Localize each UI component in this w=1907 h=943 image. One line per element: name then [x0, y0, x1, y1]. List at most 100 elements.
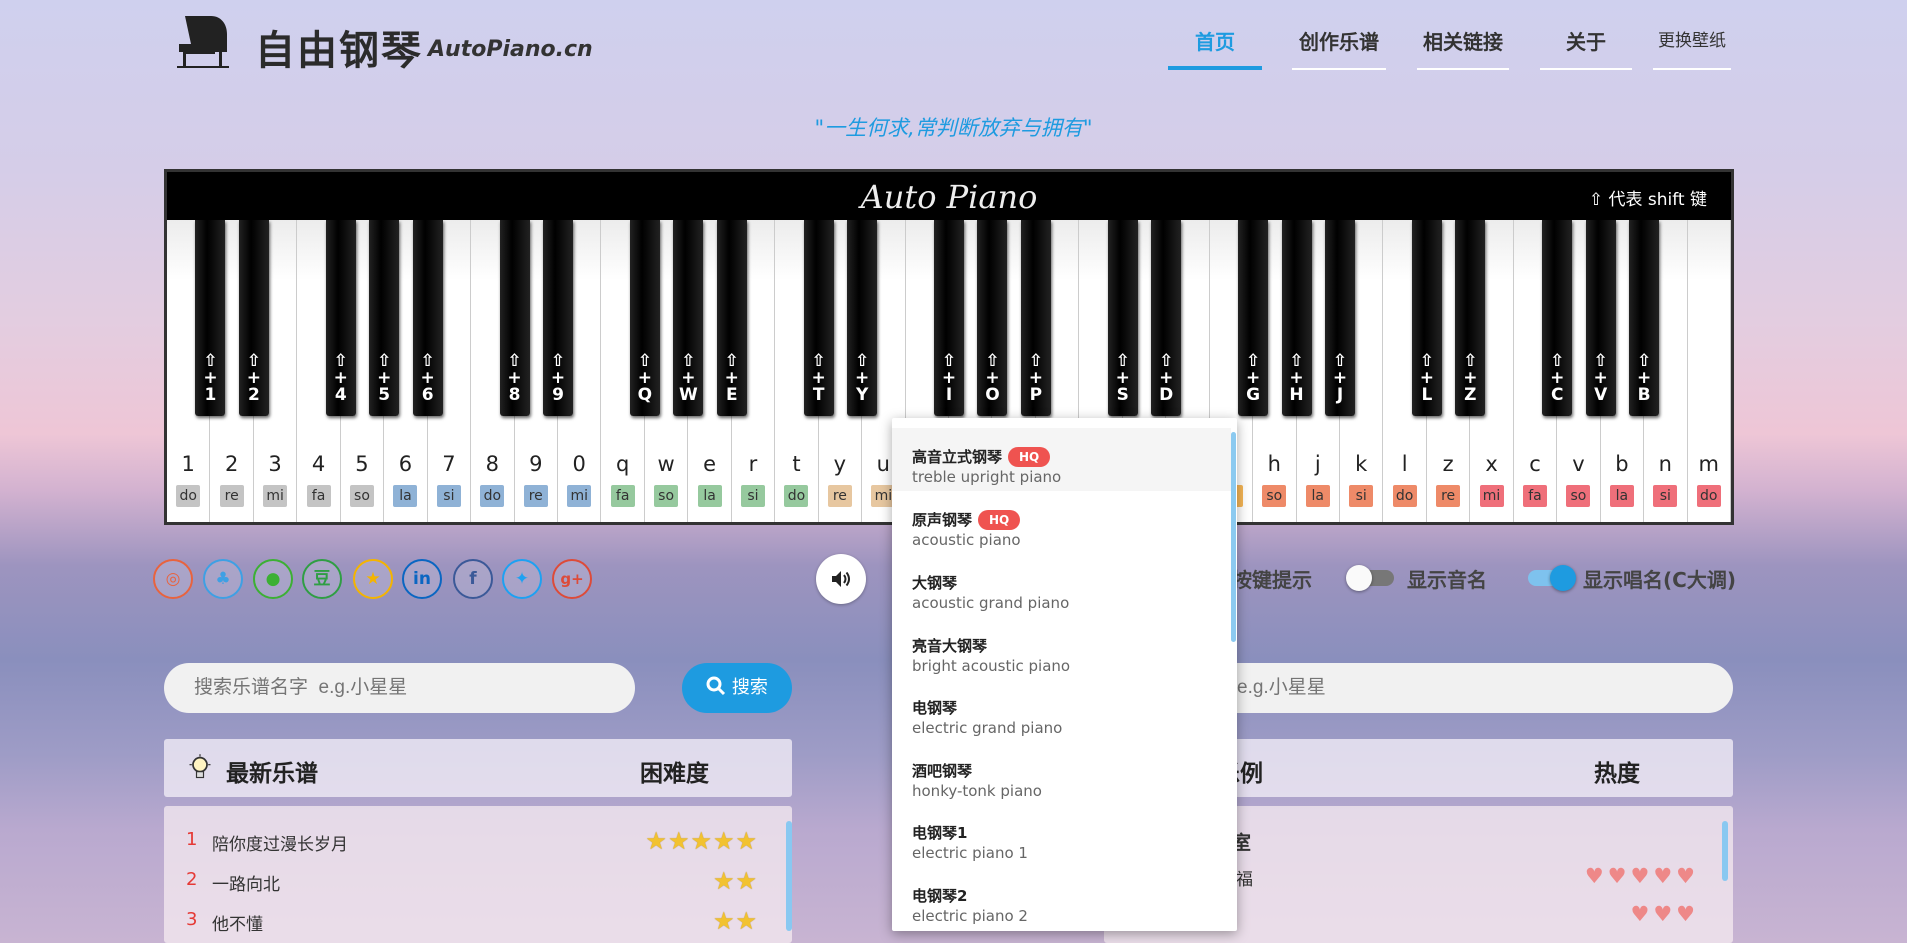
key-char: b — [1615, 452, 1629, 476]
sound-toggle-button[interactable] — [816, 554, 866, 604]
black-key[interactable]: ⇧ + G — [1238, 220, 1269, 416]
key-char: h — [1267, 452, 1281, 476]
show-solfege-label: 显示唱名(C大调) — [1583, 568, 1736, 592]
instrument-option[interactable]: 电钢琴 electric grand piano — [892, 679, 1231, 742]
nav-links[interactable]: 相关链接 — [1417, 26, 1509, 70]
show-solfege-toggle[interactable] — [1528, 565, 1576, 591]
instrument-option[interactable]: 亮音大钢琴 bright acoustic piano — [892, 617, 1231, 680]
weibo-icon[interactable]: ◎ — [153, 559, 193, 599]
list-item[interactable]: 1 陪你度过漫长岁月 ★★★★★ — [164, 823, 792, 863]
hq-badge: HQ — [1008, 447, 1051, 467]
black-key-label: ⇧ + O — [985, 351, 1000, 405]
option-name-en: honky-tonk piano — [912, 782, 1042, 800]
black-key[interactable]: ⇧ + Z — [1455, 220, 1486, 416]
black-key[interactable]: ⇧ +6 — [412, 220, 443, 416]
instrument-dropdown: 高音立式钢琴 HQ treble upright piano 原声钢琴 HQ aco… — [892, 418, 1237, 931]
black-key[interactable]: ⇧ + C — [1542, 220, 1573, 416]
white-key[interactable]: m do — [1687, 220, 1731, 522]
black-key[interactable]: ⇧ +1 — [195, 220, 226, 416]
note-label: re — [827, 485, 852, 507]
black-key-label: ⇧ + W — [678, 351, 698, 405]
black-key[interactable]: ⇧ +2 — [238, 220, 269, 416]
black-key[interactable]: ⇧ + V — [1585, 220, 1616, 416]
instrument-option[interactable]: 酒吧钢琴 honky-tonk piano — [892, 742, 1231, 805]
option-name-en: treble upright piano — [912, 468, 1062, 486]
nav-wallpaper[interactable]: 更换壁纸 — [1653, 26, 1731, 70]
score-title[interactable]: 一路向北 — [212, 870, 280, 895]
difficulty-stars: ★★ — [712, 907, 758, 935]
black-key[interactable]: ⇧ + L — [1411, 220, 1442, 416]
black-key-label: ⇧ + Z — [1463, 351, 1478, 405]
show-note-toggle[interactable] — [1346, 565, 1394, 591]
latest-scores-header: 最新乐谱 困难度 — [164, 739, 792, 797]
note-label: la — [1305, 485, 1330, 507]
black-key[interactable]: ⇧ +5 — [369, 220, 400, 416]
wechat-icon[interactable]: ● — [253, 559, 293, 599]
instrument-option[interactable]: 大钢琴 acoustic grand piano — [892, 554, 1231, 617]
option-name-en: electric grand piano — [912, 719, 1063, 737]
dropdown-scrollbar[interactable] — [1231, 432, 1236, 642]
site-title[interactable]: 自由钢琴 — [255, 18, 423, 76]
facebook-icon[interactable]: f — [453, 559, 493, 599]
scrollbar[interactable] — [786, 821, 792, 931]
black-key-label: ⇧ + V — [1593, 351, 1608, 405]
nav-about[interactable]: 关于 — [1540, 26, 1632, 70]
list-item[interactable]: 2 一路向北 ★★ — [164, 863, 792, 903]
speaker-icon — [832, 571, 850, 587]
black-key-label: ⇧ + E — [724, 351, 739, 405]
key-char: y — [833, 452, 847, 476]
black-key[interactable]: ⇧ + P — [1020, 220, 1051, 416]
option-name: 高音立式钢琴 — [912, 448, 1003, 466]
score-title[interactable]: 他不懂 — [212, 910, 263, 935]
option-name: 大钢琴 — [912, 574, 958, 592]
black-key[interactable]: ⇧ + Q — [629, 220, 660, 416]
search-input[interactable] — [164, 663, 635, 713]
black-key[interactable]: ⇧ + J — [1325, 220, 1355, 416]
linkedin-icon[interactable]: in — [402, 559, 442, 599]
difficulty-column-title: 困难度 — [640, 761, 709, 787]
black-key[interactable]: ⇧ + H — [1281, 220, 1312, 416]
nav-compose[interactable]: 创作乐谱 — [1292, 26, 1386, 70]
instrument-option[interactable]: 电钢琴2 electric piano 2 — [892, 867, 1231, 930]
black-key[interactable]: ⇧ + O — [977, 220, 1008, 416]
black-key[interactable]: ⇧ +4 — [325, 220, 356, 416]
search-button-label: 搜索 — [731, 677, 768, 698]
black-key[interactable]: ⇧ + S — [1107, 220, 1138, 416]
black-key-label: ⇧ + L — [1419, 351, 1434, 405]
nav-home[interactable]: 首页 — [1168, 26, 1262, 70]
black-key[interactable]: ⇧ +9 — [543, 220, 573, 416]
shift-hint: ⇧ 代表 shift 键 — [1588, 190, 1707, 210]
note-label: la — [393, 485, 418, 507]
instrument-option[interactable]: 电钢琴1 electric piano 1 — [892, 804, 1231, 867]
note-label: so — [1566, 485, 1591, 507]
black-key[interactable]: ⇧ + E — [716, 220, 747, 416]
douban-icon[interactable]: 豆 — [302, 559, 342, 599]
black-key[interactable]: ⇧ + D — [1151, 220, 1182, 416]
note-label: la — [1609, 485, 1634, 507]
scrollbar[interactable] — [1722, 821, 1728, 881]
qq-icon[interactable]: ♣ — [203, 559, 243, 599]
black-key-label: ⇧ + B — [1636, 351, 1652, 405]
qzone-icon[interactable]: ★ — [353, 559, 393, 599]
latest-scores-title: 最新乐谱 — [226, 761, 318, 787]
black-key[interactable]: ⇧ + I — [934, 220, 964, 416]
popularity-hearts: ♥♥♥♥♥ — [1584, 864, 1699, 888]
note-label: so — [654, 485, 679, 507]
key-char: 1 — [181, 452, 195, 476]
search-button[interactable]: 搜索 — [682, 663, 792, 713]
key-char: r — [748, 452, 758, 476]
black-key[interactable]: ⇧ +8 — [499, 220, 530, 416]
black-key[interactable]: ⇧ + W — [673, 220, 704, 416]
black-key-label: ⇧ + I — [941, 351, 957, 405]
twitter-icon[interactable]: ✦ — [502, 559, 542, 599]
lightbulb-icon — [189, 754, 211, 779]
instrument-option[interactable]: 高音立式钢琴 HQ treble upright piano — [892, 428, 1231, 491]
black-key[interactable]: ⇧ + Y — [847, 220, 878, 416]
black-key[interactable]: ⇧ + B — [1629, 220, 1660, 416]
list-item[interactable]: 3 他不懂 ★★ — [164, 903, 792, 943]
instrument-option[interactable]: 原声钢琴 HQ acoustic piano — [892, 491, 1231, 554]
option-name-en: electric piano 1 — [912, 844, 1028, 862]
googleplus-icon[interactable]: g+ — [552, 559, 592, 599]
score-title[interactable]: 陪你度过漫长岁月 — [212, 830, 348, 855]
black-key[interactable]: ⇧ + T — [803, 220, 834, 416]
